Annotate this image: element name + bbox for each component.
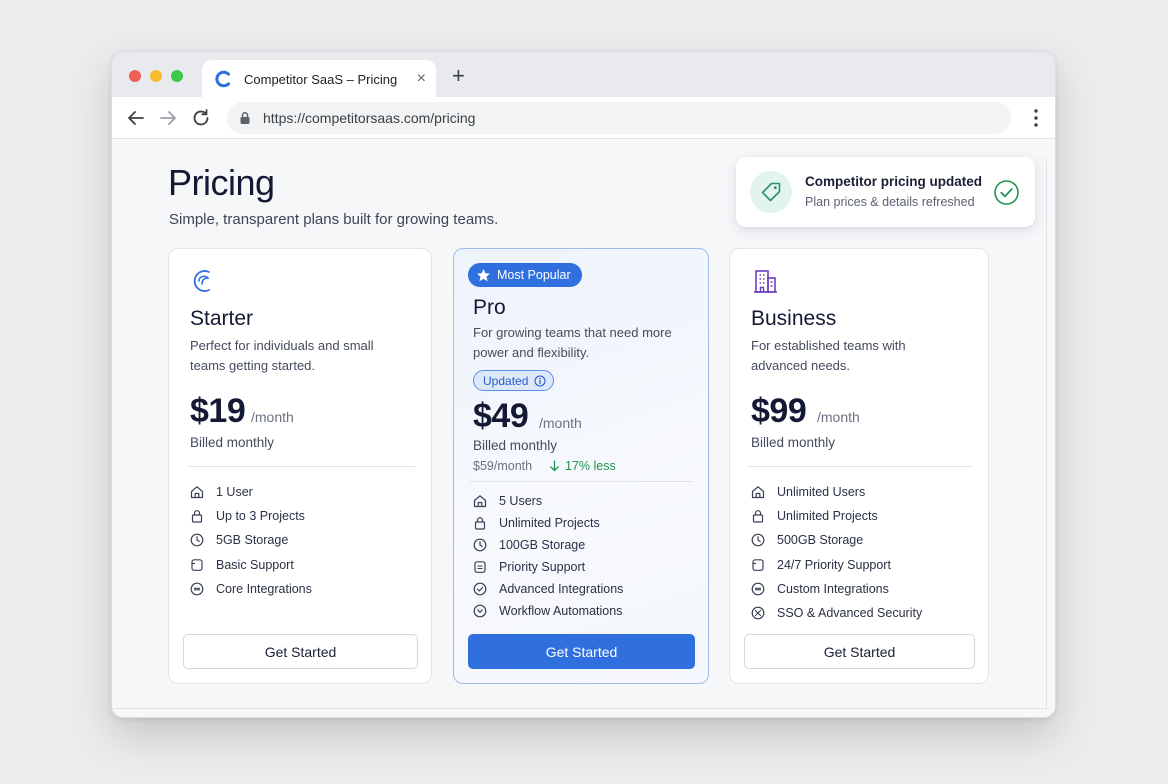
price-period: /month — [817, 409, 860, 425]
more-menu-icon[interactable] — [1033, 107, 1039, 129]
maximize-window-button[interactable] — [171, 70, 183, 82]
toast-subtitle: Plan prices & details refreshed — [805, 195, 975, 209]
reload-icon[interactable] — [189, 106, 213, 130]
plan-card-starter: Starter Perfect for individuals and smal… — [168, 248, 432, 684]
plan-name: Pro — [473, 296, 506, 319]
card-divider — [470, 481, 692, 482]
feature-item: Custom Integrations — [751, 577, 922, 601]
automation-icon — [473, 604, 487, 618]
feature-item: SSO & Advanced Security — [751, 601, 922, 625]
pro-get-started-button[interactable]: Get Started — [468, 634, 695, 669]
home-icon — [473, 495, 487, 508]
support-icon — [752, 558, 764, 571]
feature-item: Unlimited Projects — [751, 504, 922, 528]
integration-icon — [751, 582, 765, 596]
minimize-window-button[interactable] — [150, 70, 162, 82]
close-window-button[interactable] — [129, 70, 141, 82]
star-icon — [477, 268, 490, 281]
browser-window: Competitor SaaS – Pricing × + https://co… — [111, 51, 1056, 718]
feature-item: Unlimited Projects — [473, 512, 623, 534]
feature-list: 1 User Up to 3 Projects 5GB Storage Basi… — [190, 480, 312, 601]
plan-card-pro: Most Popular Pro For growing teams that … — [453, 248, 709, 684]
shield-check-icon — [751, 606, 765, 620]
clock-icon — [190, 534, 204, 547]
home-icon — [751, 486, 765, 499]
feature-item: 24/7 Priority Support — [751, 553, 922, 577]
plan-name: Starter — [190, 307, 254, 330]
billing-note: Billed monthly — [190, 435, 275, 450]
tab-title: Competitor SaaS – Pricing — [244, 71, 398, 87]
toast-icon-badge — [750, 171, 792, 213]
back-arrow-icon[interactable] — [124, 106, 148, 130]
clock-icon — [473, 538, 487, 552]
feature-list: Unlimited Users Unlimited Projects 500GB… — [751, 480, 922, 625]
check-circle-icon — [473, 582, 487, 596]
clock-icon — [751, 534, 765, 547]
plan-card-business: Business For established teams with adva… — [729, 248, 989, 684]
plan-price: $49 — [473, 397, 529, 435]
browser-tab[interactable]: Competitor SaaS – Pricing × — [202, 60, 436, 98]
price-period: /month — [251, 409, 294, 425]
plan-name: Business — [751, 307, 837, 330]
integration-icon — [190, 582, 204, 596]
support-icon — [474, 561, 486, 573]
lock-icon — [240, 111, 250, 124]
feature-item: Advanced Integrations — [473, 578, 623, 600]
billing-note: Billed monthly — [751, 435, 836, 450]
lock-icon — [752, 510, 764, 523]
tag-icon — [761, 182, 781, 202]
page-title: Pricing — [168, 162, 275, 203]
business-get-started-button[interactable]: Get Started — [744, 634, 975, 669]
price-change: 17% less — [549, 459, 616, 473]
support-icon — [191, 558, 203, 571]
toast-title: Competitor pricing updated — [805, 174, 982, 189]
forward-arrow-icon[interactable] — [156, 106, 180, 130]
content-bottom-divider — [112, 708, 1047, 709]
arrow-down-icon — [550, 460, 559, 472]
plan-price: $99 — [751, 392, 807, 430]
home-icon — [190, 486, 204, 499]
update-notification: Competitor pricing updated Plan prices &… — [736, 157, 1035, 227]
feature-item: 500GB Storage — [751, 528, 922, 552]
feature-list: 5 Users Unlimited Projects 100GB Storage… — [473, 490, 623, 622]
updated-badge: Updated — [473, 370, 555, 391]
feature-item: Up to 3 Projects — [190, 504, 312, 528]
most-popular-badge: Most Popular — [468, 263, 582, 287]
card-divider — [747, 466, 973, 467]
feature-item: Workflow Automations — [473, 600, 623, 622]
info-icon — [534, 374, 546, 387]
sprout-icon — [193, 270, 210, 292]
building-icon — [754, 270, 777, 293]
lock-icon — [474, 517, 486, 530]
price-period: /month — [539, 415, 582, 431]
browser-toolbar: https://competitorsaas.com/pricing — [112, 97, 1055, 139]
feature-item: Priority Support — [473, 556, 623, 578]
tab-close-icon[interactable]: × — [417, 69, 426, 89]
previous-price: $59/month — [473, 459, 533, 473]
scrollbar-track[interactable] — [1046, 158, 1047, 710]
url-text: https://competitorsaas.com/pricing — [263, 110, 476, 126]
new-tab-button[interactable]: + — [452, 64, 465, 88]
feature-item: Basic Support — [190, 553, 312, 577]
competitor-logo-icon — [215, 70, 230, 88]
plan-description: For growing teams that need more power a… — [473, 325, 672, 360]
billing-note: Billed monthly — [473, 438, 558, 453]
page-content: Pricing Simple, transparent plans built … — [112, 140, 1055, 717]
feature-item: 5GB Storage — [190, 528, 312, 552]
feature-item: 1 User — [190, 480, 312, 504]
plan-description: For established teams with advanced need… — [751, 338, 906, 373]
check-circle-icon — [994, 180, 1019, 205]
feature-item: 100GB Storage — [473, 534, 623, 556]
feature-item: 5 Users — [473, 490, 623, 512]
feature-item: Core Integrations — [190, 577, 312, 601]
browser-titlebar: Competitor SaaS – Pricing × + — [112, 52, 1055, 98]
starter-get-started-button[interactable]: Get Started — [183, 634, 418, 669]
plan-description: Perfect for individuals and small teams … — [190, 338, 374, 373]
address-bar[interactable]: https://competitorsaas.com/pricing — [227, 102, 1011, 134]
page-subtitle: Simple, transparent plans built for grow… — [169, 211, 499, 228]
card-divider — [188, 466, 415, 467]
lock-icon — [191, 510, 203, 523]
plan-price: $19 — [190, 392, 246, 430]
feature-item: Unlimited Users — [751, 480, 922, 504]
